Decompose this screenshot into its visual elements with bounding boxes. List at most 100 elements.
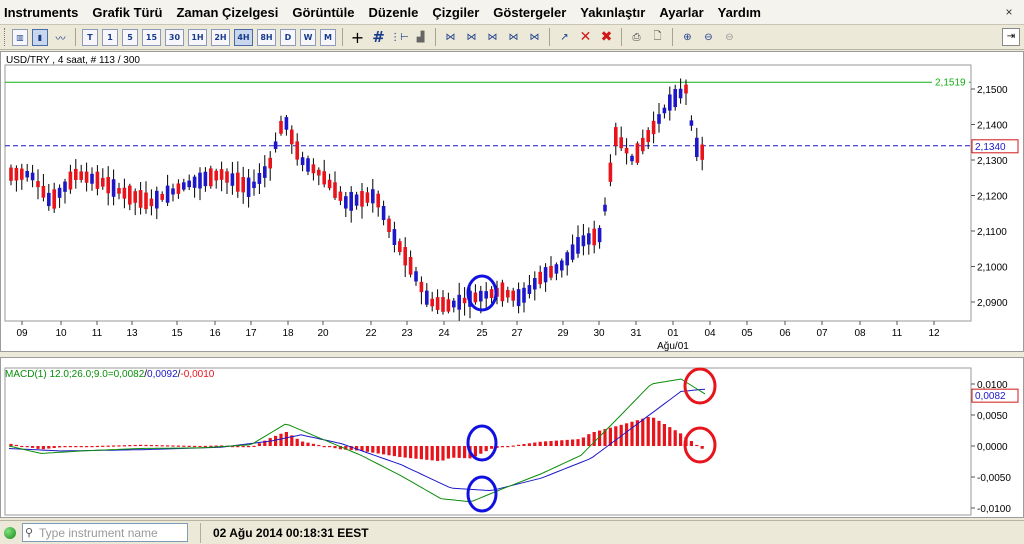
macd-panel[interactable]: MACD(1) 12.0;26.0;9.0=0,0082/0,0092/-0,0… xyxy=(0,357,1024,518)
timeframe-1h-button[interactable]: 1H xyxy=(188,28,207,46)
macd-histogram-bar xyxy=(679,433,683,446)
grid-icon[interactable]: # xyxy=(370,28,387,46)
candle xyxy=(511,290,515,301)
macd-histogram-bar xyxy=(673,430,677,446)
menu-9[interactable]: Yardım xyxy=(711,0,768,25)
timeframe-m-button[interactable]: M xyxy=(320,28,336,46)
menu-bar: Instruments Grafik Türü Zaman Çizelgesi Gör… xyxy=(0,0,1024,25)
macd-histogram-bar xyxy=(95,445,99,448)
price-tick-label: 2,1300 xyxy=(977,156,1008,167)
candle xyxy=(516,289,521,307)
macd-histogram-bar xyxy=(700,446,704,449)
trend-up-icon[interactable]: ⋈ xyxy=(463,29,480,46)
macd-tick-label: 0,0050 xyxy=(977,411,1008,422)
candle xyxy=(187,180,191,188)
channel-icon[interactable]: ⋈ xyxy=(505,29,522,46)
macd-histogram-bar xyxy=(247,446,251,448)
price-chart[interactable]: USD/TRY , 4 saat, # 113 / 300 2,1500 2,140… xyxy=(1,52,1023,352)
price-chart-panel[interactable]: USD/TRY , 4 saat, # 113 / 300 2,1500 2,140… xyxy=(0,51,1024,352)
candle xyxy=(360,191,364,207)
instrument-search[interactable]: ⚲ xyxy=(22,523,188,542)
candle xyxy=(9,167,13,181)
macd-chart[interactable]: MACD(1) 12.0;26.0;9.0=0,0082/0,0092/-0,0… xyxy=(1,358,1023,517)
candle xyxy=(641,137,645,152)
candle xyxy=(576,237,580,254)
menu-7[interactable]: Yakınlaştır xyxy=(573,0,652,25)
print-preview-icon[interactable]: 🗋 xyxy=(649,29,666,46)
timeframe-d-button[interactable]: D xyxy=(280,28,296,46)
menu-1[interactable]: Grafik Türü xyxy=(85,0,169,25)
menu-2[interactable]: Zaman Çizelgesi xyxy=(169,0,285,25)
price-tick-label: 2,1500 xyxy=(977,85,1008,96)
zoom-in-icon[interactable]: ⊕ xyxy=(679,29,696,46)
pin-icon[interactable]: ⇥ xyxy=(1002,28,1020,46)
delete-icon[interactable]: ✕ xyxy=(577,29,594,46)
zoom-out-icon[interactable]: ⊖ xyxy=(700,29,717,46)
delete-all-icon[interactable]: ✖ xyxy=(598,29,615,46)
menu-0[interactable]: Instruments xyxy=(0,0,85,25)
bar-chart-icon[interactable]: ▥ xyxy=(12,28,28,46)
candle xyxy=(344,196,348,209)
candle xyxy=(133,191,137,203)
timeframe-2h-button[interactable]: 2H xyxy=(211,28,230,46)
macd-histogram-bar xyxy=(193,445,197,448)
timeframe-30-button[interactable]: 30 xyxy=(165,28,184,46)
timeframe-4h-button[interactable]: 4H xyxy=(234,28,253,46)
candle xyxy=(403,246,407,266)
candle xyxy=(257,173,262,184)
fibonacci-icon[interactable]: ⋈ xyxy=(484,29,501,46)
menu-8[interactable]: Ayarlar xyxy=(652,0,710,25)
gann-icon[interactable]: ⋈ xyxy=(526,29,543,46)
menu-5[interactable]: Çizgiler xyxy=(425,0,486,25)
toolbar-grip[interactable] xyxy=(4,28,7,46)
timeframe-t-button[interactable]: T xyxy=(82,28,98,46)
crosshair-icon[interactable]: + xyxy=(349,28,366,47)
candle xyxy=(182,182,186,190)
trend-down-icon[interactable]: ⋈ xyxy=(442,29,459,46)
print-icon[interactable]: ⎙ xyxy=(628,29,645,46)
candle xyxy=(597,227,602,243)
candle xyxy=(371,189,375,204)
candle xyxy=(489,289,494,298)
candle xyxy=(603,204,607,212)
candle xyxy=(657,114,661,124)
candle xyxy=(279,120,283,134)
macd-histogram-bar xyxy=(122,445,126,447)
macd-histogram-bar xyxy=(25,446,29,448)
macd-histogram-bar xyxy=(85,446,89,448)
macd-histogram-bar xyxy=(52,446,56,448)
indicators-icon[interactable]: ⋮⊢ xyxy=(390,29,409,46)
volume-icon[interactable]: ▟ xyxy=(412,29,429,46)
menu-4[interactable]: Düzenle xyxy=(361,0,425,25)
candle xyxy=(425,290,429,305)
chart-header: USD/TRY , 4 saat, # 113 / 300 xyxy=(6,55,140,66)
timeframe-5-button[interactable]: 5 xyxy=(122,28,138,46)
instrument-search-input[interactable] xyxy=(39,524,184,541)
timeframe-15-button[interactable]: 15 xyxy=(142,28,161,46)
candle-chart-icon[interactable]: ▮ xyxy=(32,28,48,46)
candle xyxy=(408,256,413,275)
macd-histogram-bar xyxy=(652,417,656,446)
line-chart-icon[interactable]: 〰 xyxy=(52,29,69,46)
candle xyxy=(549,265,553,278)
macd-histogram-bar xyxy=(446,446,450,459)
timeframe-8h-button[interactable]: 8H xyxy=(257,28,276,46)
macd-histogram-bar xyxy=(527,443,531,446)
macd-histogram-bar xyxy=(128,445,132,447)
cursor-delete-icon[interactable]: ↗ xyxy=(556,29,573,46)
candle xyxy=(295,141,299,160)
zoom-reset-icon[interactable]: ⊖ xyxy=(721,29,738,46)
timeframe-1-button[interactable]: 1 xyxy=(102,28,118,46)
candle xyxy=(25,170,29,178)
menu-6[interactable]: Göstergeler xyxy=(486,0,573,25)
candle xyxy=(273,141,278,149)
candle xyxy=(111,179,116,197)
close-icon[interactable]: × xyxy=(1002,5,1016,19)
macd-histogram-bar xyxy=(517,444,521,446)
timeframe-w-button[interactable]: W xyxy=(300,28,316,46)
candle xyxy=(662,107,667,114)
candle xyxy=(635,143,640,163)
menu-3[interactable]: Görüntüle xyxy=(285,0,361,25)
date-tick-label: 05 xyxy=(741,328,753,339)
macd-histogram-bar xyxy=(112,445,116,447)
